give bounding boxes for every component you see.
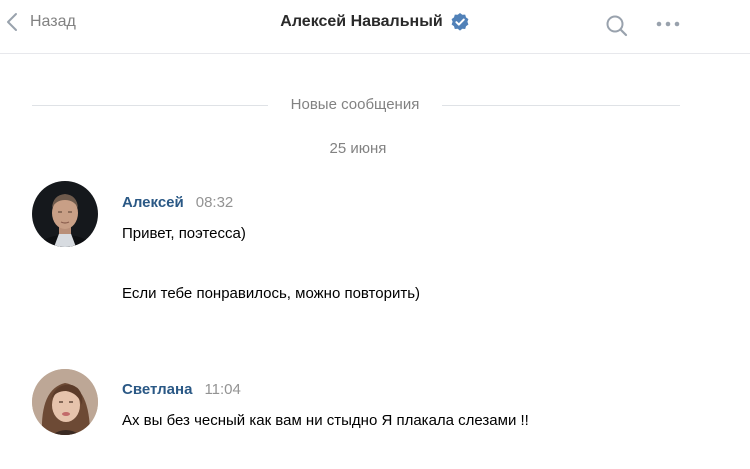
more-dots-icon[interactable] bbox=[650, 13, 686, 39]
message-text: Если тебе понравилось, можно повторить) bbox=[122, 285, 421, 302]
message-header: Алексей 08:32 bbox=[122, 194, 233, 211]
avatar-svetlana-image bbox=[32, 369, 98, 435]
back-button[interactable]: Назад bbox=[4, 10, 76, 34]
divider-line-left bbox=[32, 105, 268, 106]
avatar[interactable] bbox=[32, 181, 98, 247]
verified-badge-icon bbox=[451, 13, 469, 31]
message-header: Светлана 11:04 bbox=[122, 381, 241, 398]
message-text: Ах вы без чесный как вам ни стыдно Я пла… bbox=[122, 412, 529, 429]
avatar-alexey-image bbox=[32, 181, 98, 247]
new-messages-divider: Новые сообщения bbox=[32, 96, 680, 116]
search-icon[interactable] bbox=[604, 13, 630, 39]
message-time: 08:32 bbox=[195, 194, 234, 211]
chat-title[interactable]: Алексей Навальный bbox=[280, 13, 442, 31]
avatar[interactable] bbox=[32, 369, 98, 435]
message-author[interactable]: Светлана bbox=[122, 381, 192, 398]
chat-header: Назад Алексей Навальный bbox=[0, 0, 750, 54]
new-messages-label: Новые сообщения bbox=[290, 96, 420, 113]
message-author[interactable]: Алексей bbox=[122, 194, 184, 211]
date-separator: 25 июня bbox=[329, 140, 387, 157]
chevron-left-icon bbox=[7, 13, 17, 31]
message-text: Привет, поэтесса) bbox=[122, 225, 246, 242]
divider-line-right bbox=[442, 105, 680, 106]
message-time: 11:04 bbox=[204, 381, 241, 398]
back-label: Назад bbox=[30, 13, 76, 30]
